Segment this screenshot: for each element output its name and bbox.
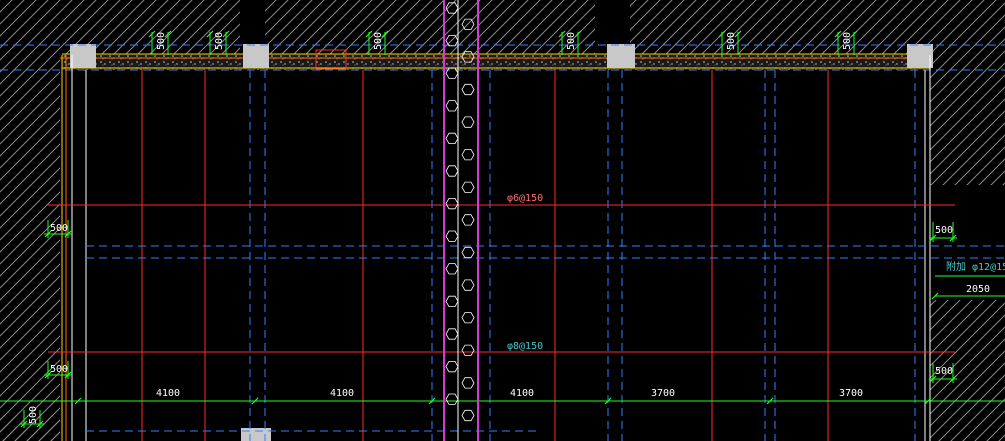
top-dim-text: 500 xyxy=(726,32,737,50)
span-dim-text: 4100 xyxy=(510,388,534,399)
top-dim-text: 500 xyxy=(373,32,384,50)
top-dim-text: 500 xyxy=(214,32,225,50)
rebar-label-top: φ6@150 xyxy=(507,193,543,204)
top-dim-text: 500 xyxy=(566,32,577,50)
right-dim-text: 500 xyxy=(935,366,953,377)
right-dim-text: 500 xyxy=(935,225,953,236)
cad-drawing-canvas: φ6@150 φ8@150 附加 φ12@150 500 500 500 500… xyxy=(0,0,1005,441)
left-dim-text: 500 xyxy=(28,406,39,424)
span-dim-text: 3700 xyxy=(651,388,675,399)
top-dim-text: 500 xyxy=(156,32,167,50)
rebar-label-middle: φ8@150 xyxy=(507,341,543,352)
cad-svg: φ6@150 φ8@150 附加 φ12@150 500 500 500 500… xyxy=(0,0,1005,441)
left-dim-text: 500 xyxy=(50,364,68,375)
left-dim-text: 500 xyxy=(50,223,68,234)
span-dim-text: 4100 xyxy=(330,388,354,399)
right-dim-text: 2050 xyxy=(966,284,990,295)
span-dim-text: 3700 xyxy=(839,388,863,399)
top-dim-text: 500 xyxy=(842,32,853,50)
rebar-label-right: 附加 φ12@150 xyxy=(946,260,1005,273)
span-dim-text: 4100 xyxy=(156,388,180,399)
